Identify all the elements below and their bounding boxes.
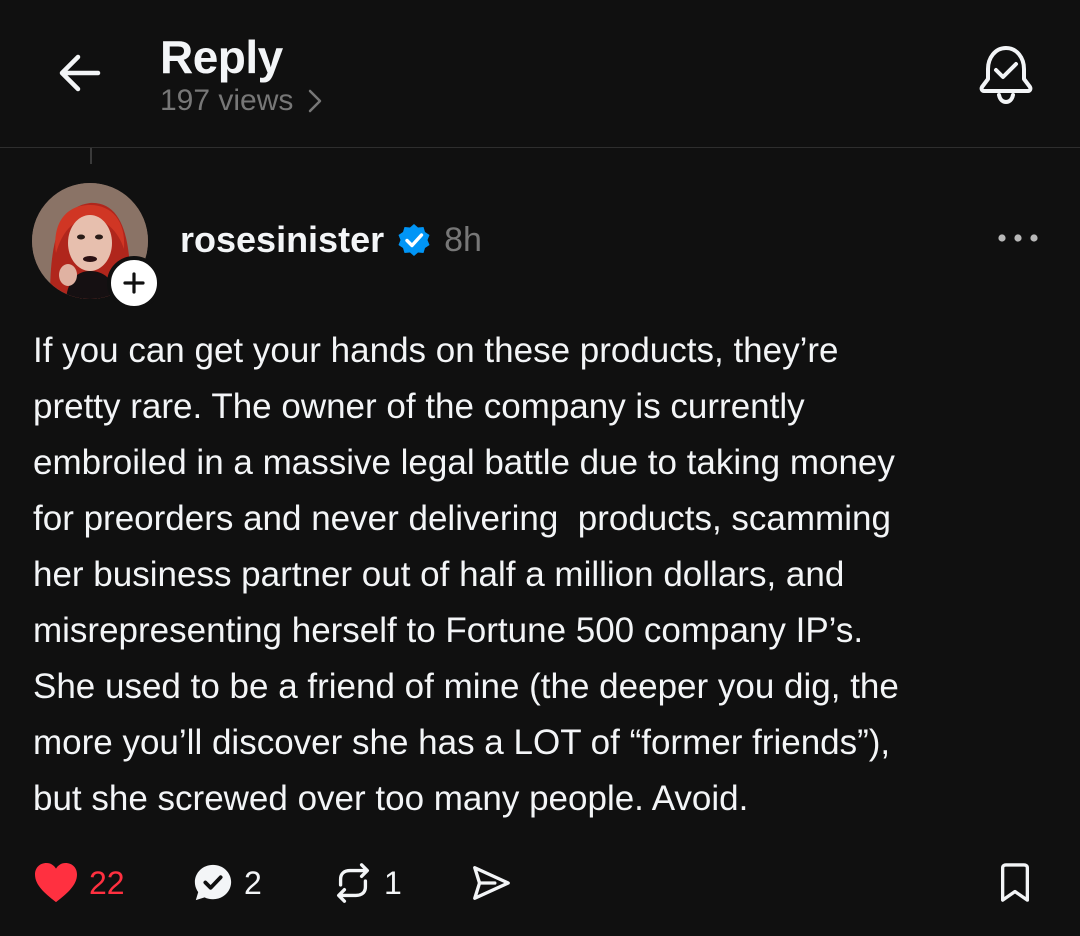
header-divider xyxy=(0,147,1080,148)
post-text-line: embroiled in a massive legal battle due … xyxy=(33,443,895,482)
bookmark-icon xyxy=(1000,863,1030,902)
views-link[interactable]: 197 views xyxy=(160,84,323,118)
bell-check-icon xyxy=(979,46,1033,105)
repost-button[interactable]: 1 xyxy=(332,862,402,904)
reply-button[interactable]: 2 xyxy=(192,862,262,904)
like-button[interactable]: 22 xyxy=(33,862,125,904)
more-dots-icon xyxy=(998,234,1038,242)
verified-badge-icon xyxy=(398,224,430,256)
thread-connector xyxy=(90,148,92,164)
like-count: 22 xyxy=(89,864,125,901)
top-bar: Reply 197 views xyxy=(0,0,1080,148)
post-text-line: pretty rare. The owner of the company is… xyxy=(33,387,805,426)
post-text-line: She used to be a friend of mine (the dee… xyxy=(33,667,899,706)
repost-icon xyxy=(337,863,369,903)
author-avatar-wrapper[interactable] xyxy=(32,183,161,310)
author-row: rosesinister 8h xyxy=(180,216,482,264)
page-title: Reply xyxy=(160,31,283,83)
action-bar: 22 2 1 xyxy=(0,852,1080,916)
reply-count: 2 xyxy=(244,864,262,901)
post-text-line: but she screwed over too many people. Av… xyxy=(33,779,749,818)
heart-filled-icon xyxy=(35,862,77,903)
post-text-line: her business partner out of half a milli… xyxy=(33,555,845,594)
post-text-line: more you’ll discover she has a LOT of “f… xyxy=(33,723,891,762)
reply-bubble-icon xyxy=(194,864,232,901)
repost-count: 1 xyxy=(384,864,402,901)
more-options-button[interactable] xyxy=(996,226,1040,250)
notifications-button[interactable] xyxy=(976,42,1036,106)
post-timestamp: 8h xyxy=(444,220,482,259)
post-body: If you can get your hands on these produ… xyxy=(33,323,1053,827)
post-text-line: If you can get your hands on these produ… xyxy=(33,331,839,370)
username[interactable]: rosesinister xyxy=(180,219,384,261)
arrow-left-icon xyxy=(59,54,101,92)
send-icon xyxy=(473,866,510,900)
follow-button[interactable] xyxy=(107,256,161,310)
post-text-line: for preorders and never delivering produ… xyxy=(33,499,891,538)
plus-icon xyxy=(123,272,145,294)
bookmark-button[interactable] xyxy=(996,862,1034,904)
chevron-right-icon xyxy=(309,89,322,113)
views-count: 197 views xyxy=(160,84,294,117)
back-button[interactable] xyxy=(52,45,108,101)
share-button[interactable] xyxy=(470,862,512,904)
post-text-line: misrepresenting herself to Fortune 500 c… xyxy=(33,611,864,650)
